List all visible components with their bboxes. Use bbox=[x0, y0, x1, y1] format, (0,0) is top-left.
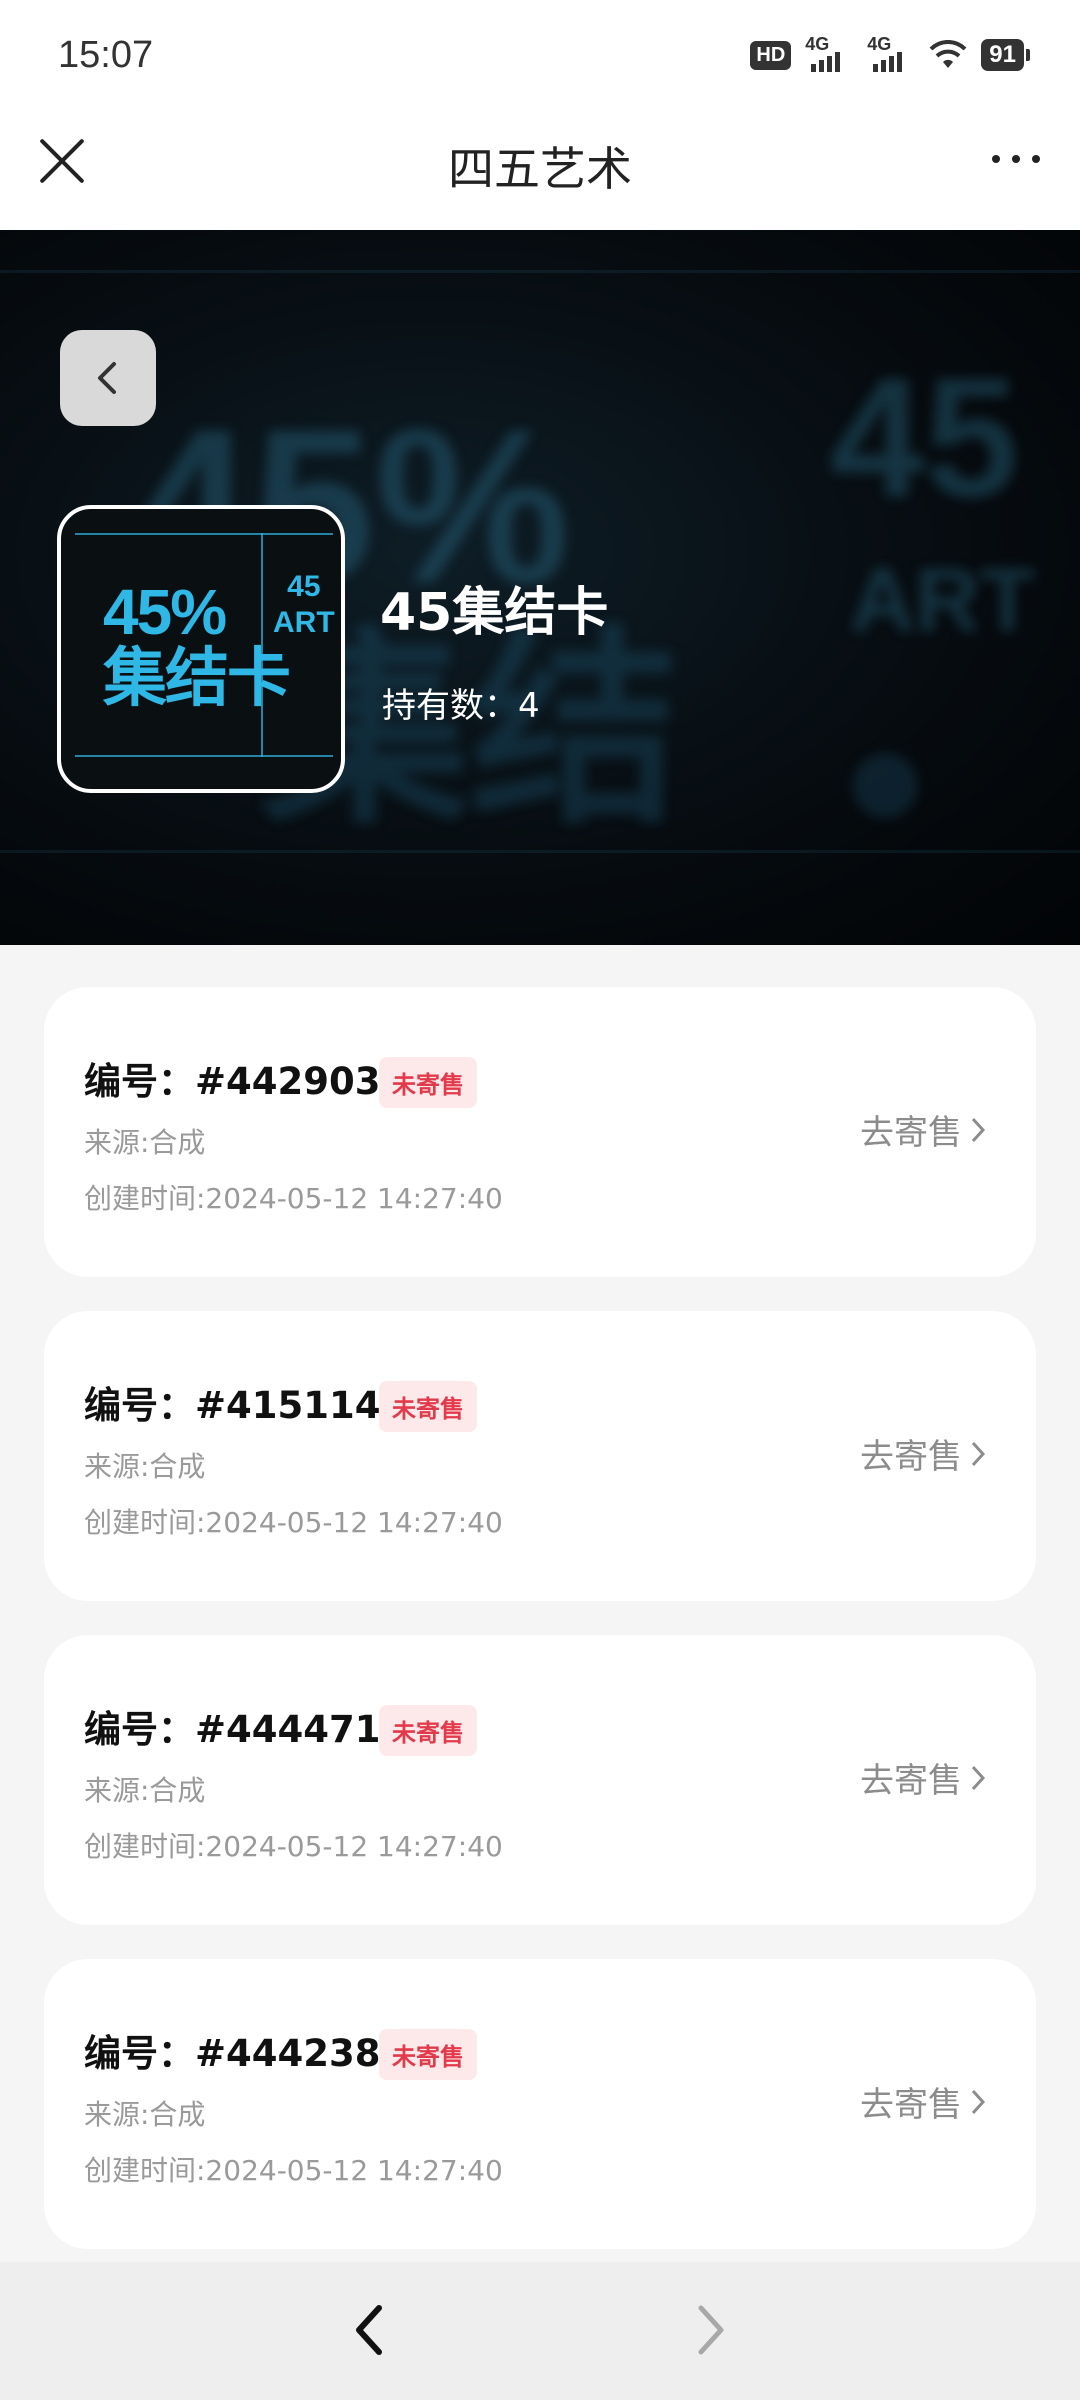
chevron-right-icon bbox=[971, 1441, 986, 1466]
status-time: 15:07 bbox=[58, 34, 154, 76]
consign-button[interactable]: 去寄售 bbox=[860, 1753, 986, 1802]
item-serial: 编号：#4429033 bbox=[84, 1060, 407, 1103]
item-source: 来源:合成 bbox=[84, 1774, 206, 1807]
collection-cover-image: 45% 集结卡 45 ART bbox=[57, 505, 345, 793]
bottom-navigation-bar bbox=[0, 2262, 1080, 2400]
back-button[interactable] bbox=[60, 330, 156, 426]
item-source: 来源:合成 bbox=[84, 1450, 206, 1483]
more-options-icon[interactable] bbox=[992, 155, 1040, 163]
cover-title-text: 45% 集结卡 bbox=[103, 576, 291, 714]
holding-count: 持有数：4 bbox=[382, 686, 540, 726]
cellular-signal-icon: 4G bbox=[805, 34, 853, 72]
status-badge: 未寄售 bbox=[379, 1381, 477, 1432]
collection-banner: 45% 集结 45 ART ● 45% 集结卡 45 ART 45集结卡 持有数：4 bbox=[0, 230, 1080, 945]
item-serial: 编号：#4442388 bbox=[84, 2032, 407, 2075]
chevron-left-icon bbox=[98, 362, 116, 394]
item-created-time: 创建时间:2024-05-12 14:27:40 bbox=[84, 1506, 503, 1539]
item-created-time: 创建时间:2024-05-12 14:27:40 bbox=[84, 1182, 503, 1215]
status-icons: HD 4G 4G 91 bbox=[750, 34, 1030, 72]
list-item[interactable]: 编号：#4442388 未寄售 来源:合成 创建时间:2024-05-12 14… bbox=[44, 1959, 1036, 2249]
status-badge: 未寄售 bbox=[379, 2029, 477, 2080]
chevron-right-icon bbox=[971, 1117, 986, 1142]
hd-icon: HD bbox=[750, 40, 792, 70]
chevron-left-icon bbox=[356, 2305, 382, 2355]
item-serial: 编号：#4151143 bbox=[84, 1384, 407, 1427]
collection-name: 45集结卡 bbox=[380, 583, 609, 643]
status-badge: 未寄售 bbox=[379, 1057, 477, 1108]
status-badge: 未寄售 bbox=[379, 1705, 477, 1756]
consign-button[interactable]: 去寄售 bbox=[860, 1105, 986, 1154]
list-item[interactable]: 编号：#4444718 未寄售 来源:合成 创建时间:2024-05-12 14… bbox=[44, 1635, 1036, 1925]
cover-side-text: 45 ART bbox=[273, 570, 335, 639]
item-source: 来源:合成 bbox=[84, 1126, 206, 1159]
chevron-right-icon bbox=[698, 2305, 724, 2355]
app-header: 四五艺术 bbox=[0, 95, 1080, 230]
chevron-right-icon bbox=[971, 2089, 986, 2114]
consign-button[interactable]: 去寄售 bbox=[860, 1429, 986, 1478]
wifi-icon bbox=[929, 40, 967, 68]
consign-button[interactable]: 去寄售 bbox=[860, 2077, 986, 2126]
browser-forward-button[interactable] bbox=[683, 2300, 735, 2360]
item-created-time: 创建时间:2024-05-12 14:27:40 bbox=[84, 1830, 503, 1863]
item-created-time: 创建时间:2024-05-12 14:27:40 bbox=[84, 2154, 503, 2187]
list-item[interactable]: 编号：#4151143 未寄售 来源:合成 创建时间:2024-05-12 14… bbox=[44, 1311, 1036, 1601]
list-item[interactable]: 编号：#4429033 未寄售 来源:合成 创建时间:2024-05-12 14… bbox=[44, 987, 1036, 1277]
item-source: 来源:合成 bbox=[84, 2098, 206, 2131]
item-serial: 编号：#4444718 bbox=[84, 1708, 407, 1751]
chevron-right-icon bbox=[971, 1765, 986, 1790]
cellular-signal-icon-2: 4G bbox=[867, 34, 915, 72]
browser-back-button[interactable] bbox=[345, 2300, 397, 2360]
battery-icon: 91 bbox=[981, 39, 1030, 71]
status-bar: 15:07 HD 4G 4G 91 bbox=[0, 0, 1080, 95]
page-title: 四五艺术 bbox=[448, 142, 632, 196]
